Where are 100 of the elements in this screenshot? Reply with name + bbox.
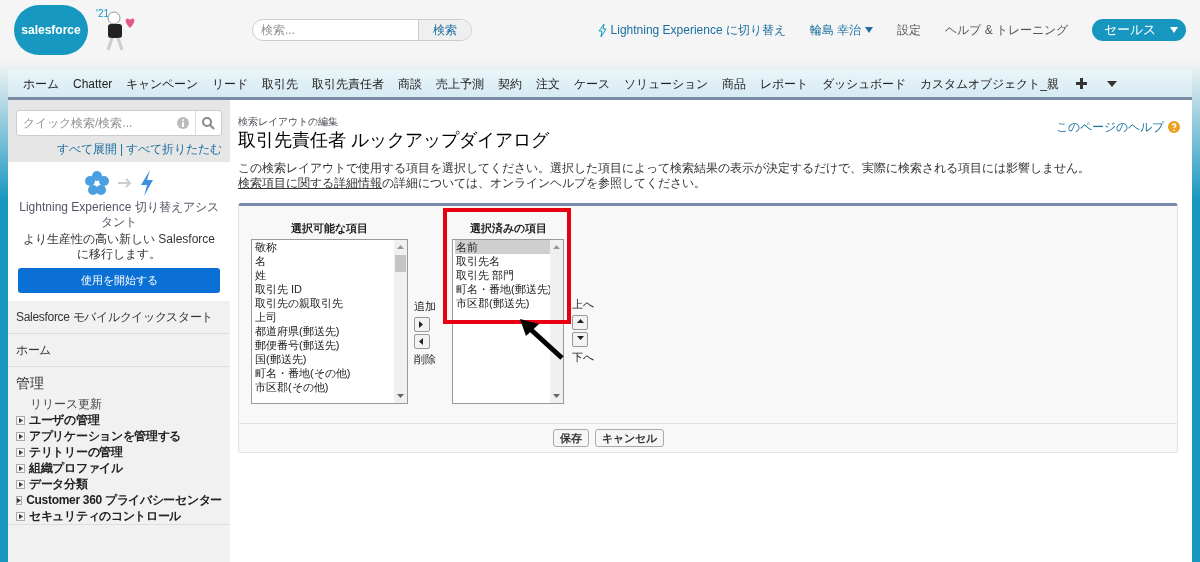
scrollbar[interactable] <box>550 239 563 403</box>
list-heading: 選択可能な項目 <box>291 221 368 237</box>
list-option[interactable]: 名前 <box>455 239 550 254</box>
up-triangle-icon <box>576 318 584 326</box>
expand-toggle-icon[interactable] <box>16 447 25 457</box>
list-option[interactable]: 名 <box>254 253 394 268</box>
promo-title: Lightning Experience 切り替えアシスタント <box>18 200 220 230</box>
down-triangle-icon <box>576 335 584 343</box>
sidebar-item[interactable]: データ分類 <box>29 475 88 493</box>
left-triangle-icon <box>418 337 426 345</box>
badge-text: '21 <box>96 7 110 21</box>
list-option[interactable]: 国(郵送先) <box>254 351 394 366</box>
list-option[interactable]: 市区郡(その他) <box>254 379 394 394</box>
nav-tab[interactable]: リード <box>205 69 256 98</box>
cancel-button[interactable]: キャンセル <box>594 429 664 447</box>
quick-search-input[interactable]: クイック検索/検索... <box>17 114 177 132</box>
section-heading[interactable]: 管理 <box>16 373 222 394</box>
move-up-button[interactable] <box>572 314 588 330</box>
sidebar-item[interactable]: リリース更新 <box>16 395 102 413</box>
pointer-arrow <box>518 316 564 360</box>
remove-button[interactable] <box>414 333 430 349</box>
sidebar-item[interactable]: セキュリティのコントロール <box>29 507 182 525</box>
nav-tab[interactable]: ソリューション <box>617 69 716 98</box>
sidebar-item[interactable]: アプリケーションを管理する <box>29 427 182 445</box>
list-option[interactable]: 敬称 <box>254 239 394 254</box>
section-heading[interactable]: Salesforce モバイルクイックスタート <box>16 308 222 326</box>
expand-toggle-icon[interactable] <box>16 511 25 521</box>
nav-tab[interactable]: 商品 <box>715 69 754 98</box>
sidebar-item[interactable]: ユーザの管理 <box>29 411 100 429</box>
list-option[interactable]: 町名・番地(その他) <box>254 365 394 380</box>
info-icon <box>177 117 189 129</box>
nav-tab[interactable]: 契約 <box>491 69 530 98</box>
promo-text: より生産性の高い新しい Salesforce に移行します。 <box>22 232 216 262</box>
start-button[interactable]: 使用を開始する <box>18 268 220 293</box>
nav-tab[interactable]: キャンペーン <box>119 69 206 98</box>
right-triangle-icon <box>418 320 426 328</box>
expand-toggle-icon[interactable] <box>16 495 23 505</box>
list-option[interactable]: 上司 <box>254 309 394 324</box>
list-option[interactable]: 町名・番地(郵送先) <box>455 281 550 296</box>
nav-tab[interactable]: 注文 <box>529 69 568 98</box>
section-heading[interactable]: ホーム <box>16 341 222 359</box>
header-link[interactable]: 輪島 幸治 <box>810 21 874 39</box>
header-link[interactable]: ヘルプ & トレーニング <box>945 21 1068 39</box>
nav-tab[interactable]: レポート <box>753 69 816 98</box>
flower-icon <box>84 170 110 196</box>
sidebar-item[interactable]: 組織プロファイル <box>29 459 123 477</box>
nav-tab[interactable]: 売上予測 <box>429 69 492 98</box>
nav-tab[interactable]: Chatter <box>66 69 120 98</box>
expand-toggle-icon[interactable] <box>16 479 25 489</box>
expand-toggle-icon[interactable] <box>16 415 25 425</box>
list-option[interactable]: 取引先の親取引先 <box>254 295 394 310</box>
breadcrumb-text: 検索レイアウトの編集 <box>238 115 339 129</box>
quick-search-field[interactable]: クイック検索/検索... <box>16 110 222 136</box>
header-link[interactable]: 設定 <box>897 21 922 39</box>
list-heading: 選択済みの項目 <box>469 221 547 236</box>
list-box[interactable]: 名前 取引先名 取引先 部門 町名・番地(郵送先) 市区郡(郵送先) <box>452 238 564 404</box>
down-label: 下へ <box>572 349 594 365</box>
add-icon[interactable] <box>1076 78 1088 89</box>
header-link[interactable]: Lightning Experience に切り替え <box>597 21 786 39</box>
nav-tab[interactable]: 取引先 <box>255 69 306 98</box>
sidebar-item[interactable]: テリトリーの管理 <box>29 443 123 461</box>
nav-tab[interactable]: 商談 <box>391 69 430 98</box>
expand-all-link[interactable]: すべて展開 <box>56 140 117 158</box>
expand-toggle-icon[interactable] <box>16 463 25 473</box>
separator-text: | <box>119 141 123 158</box>
list-box[interactable]: 敬称 名 姓 取引先 ID 取引先の親取引先 上司 都道府県(郵送先) 郵便番号(郵送先) 国(郵送先) 町名・番地(その他) 市区郡(その他) <box>251 238 408 404</box>
help-link[interactable]: このページのヘルプ <box>1056 118 1164 136</box>
nav-tab[interactable]: カスタムオブジェクト_親 <box>913 69 1067 98</box>
scrollbar[interactable] <box>394 239 407 403</box>
collapse-all-link[interactable]: すべて折りたたむ <box>126 140 222 158</box>
up-label: 上へ <box>572 297 594 312</box>
caret-icon <box>1170 27 1178 33</box>
list-option[interactable]: 取引先名 <box>455 253 550 268</box>
list-option[interactable]: 取引先 ID <box>254 281 394 296</box>
list-option[interactable]: 取引先 部門 <box>455 267 550 282</box>
add-label: 追加 <box>414 299 436 314</box>
caret-icon <box>865 27 874 33</box>
search-button[interactable]: 検索 <box>418 20 471 40</box>
dropdown-icon[interactable] <box>1107 80 1118 87</box>
list-option[interactable]: 姓 <box>254 267 394 282</box>
save-button[interactable]: 保存 <box>552 429 589 447</box>
sidebar-item[interactable]: Customer 360 プライバシーセンター <box>26 491 222 509</box>
list-option[interactable]: 都道府県(郵送先) <box>254 323 394 338</box>
search-icon[interactable] <box>202 116 215 130</box>
list-option[interactable]: 郵便番号(郵送先) <box>254 337 394 352</box>
add-button[interactable] <box>414 316 430 332</box>
search-input[interactable]: 検索... <box>253 20 418 40</box>
list-option[interactable]: 市区郡(郵送先) <box>455 295 550 310</box>
move-down-button[interactable] <box>572 331 588 347</box>
search-field[interactable]: 検索... 検索 <box>252 19 472 41</box>
details-link[interactable]: 検索項目に関する詳細情報 <box>238 176 382 190</box>
lightning-bolt-icon <box>140 170 154 196</box>
page-title: 取引先責任者 ルックアップダイアログ <box>238 129 549 151</box>
lightning-bolt-icon <box>597 23 607 37</box>
nav-tab[interactable]: 取引先責任者 <box>305 69 392 98</box>
nav-tab[interactable]: ダッシュボード <box>815 69 914 98</box>
description-text: この検索レイアウトで使用する項目を選択してください。選択した項目によって検索結果の表示が決定するだけで、実際に検索される項目には影響しません。 検索項目に関する詳細情報の詳細については、オンラインヘルプを参照してください。 <box>238 161 1091 191</box>
expand-toggle-icon[interactable] <box>16 431 25 441</box>
nav-tab[interactable]: ケース <box>567 69 618 98</box>
nav-tab[interactable]: ホーム <box>16 69 66 98</box>
